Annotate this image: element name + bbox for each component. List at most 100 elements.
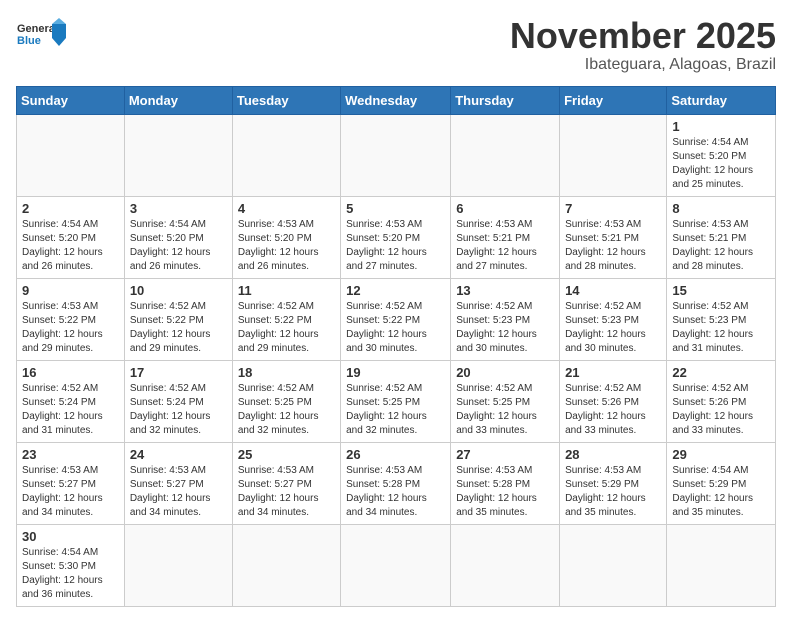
calendar-cell bbox=[232, 524, 340, 606]
calendar-cell bbox=[560, 114, 667, 196]
calendar-cell bbox=[124, 114, 232, 196]
logo-svg: General Blue bbox=[16, 16, 66, 60]
calendar-cell: 22 Sunrise: 4:52 AMSunset: 5:26 PMDayligh… bbox=[667, 360, 776, 442]
day-info: Sunrise: 4:53 AMSunset: 5:28 PMDaylight:… bbox=[346, 464, 445, 520]
calendar-cell bbox=[17, 114, 125, 196]
calendar-cell: 7 Sunrise: 4:53 AMSunset: 5:21 PMDaylight… bbox=[560, 196, 667, 278]
day-info: Sunrise: 4:54 AMSunset: 5:20 PMDaylight:… bbox=[672, 136, 770, 192]
day-info: Sunrise: 4:52 AMSunset: 5:26 PMDaylight:… bbox=[672, 382, 770, 438]
calendar-week-5: 23 Sunrise: 4:53 AMSunset: 5:27 PMDayligh… bbox=[17, 442, 776, 524]
calendar-cell bbox=[667, 524, 776, 606]
day-number: 30 bbox=[22, 529, 119, 544]
calendar-cell bbox=[560, 524, 667, 606]
weekday-wednesday: Wednesday bbox=[341, 86, 451, 114]
calendar-cell: 23 Sunrise: 4:53 AMSunset: 5:27 PMDayligh… bbox=[17, 442, 125, 524]
day-info: Sunrise: 4:52 AMSunset: 5:22 PMDaylight:… bbox=[238, 300, 335, 356]
day-info: Sunrise: 4:54 AMSunset: 5:20 PMDaylight:… bbox=[22, 218, 119, 274]
day-info: Sunrise: 4:53 AMSunset: 5:28 PMDaylight:… bbox=[456, 464, 554, 520]
day-info: Sunrise: 4:53 AMSunset: 5:29 PMDaylight:… bbox=[565, 464, 661, 520]
calendar-cell bbox=[341, 524, 451, 606]
calendar-cell: 19Sunrise: 4:52 AMSunset: 5:25 PMDayligh… bbox=[341, 360, 451, 442]
day-info: Sunrise: 4:54 AMSunset: 5:30 PMDaylight:… bbox=[22, 546, 119, 602]
calendar-cell: 12Sunrise: 4:52 AMSunset: 5:22 PMDayligh… bbox=[341, 278, 451, 360]
day-number: 28 bbox=[565, 447, 661, 462]
page-header: General Blue November 2025 Ibateguara, A… bbox=[16, 16, 776, 74]
svg-text:Blue: Blue bbox=[17, 35, 41, 47]
day-number: 16 bbox=[22, 365, 119, 380]
day-info: Sunrise: 4:53 AMSunset: 5:21 PMDaylight:… bbox=[565, 218, 661, 274]
day-number: 1 bbox=[672, 119, 770, 134]
weekday-friday: Friday bbox=[560, 86, 667, 114]
weekday-header-row: SundayMondayTuesdayWednesdayThursdayFrid… bbox=[17, 86, 776, 114]
calendar-cell bbox=[451, 524, 560, 606]
day-number: 25 bbox=[238, 447, 335, 462]
weekday-saturday: Saturday bbox=[667, 86, 776, 114]
calendar-cell: 28 Sunrise: 4:53 AMSunset: 5:29 PMDayligh… bbox=[560, 442, 667, 524]
day-info: Sunrise: 4:52 AMSunset: 5:23 PMDaylight:… bbox=[456, 300, 554, 356]
calendar-cell: 4Sunrise: 4:53 AMSunset: 5:20 PMDaylight… bbox=[232, 196, 340, 278]
title-section: November 2025 Ibateguara, Alagoas, Brazi… bbox=[510, 16, 776, 74]
day-number: 22 bbox=[672, 365, 770, 380]
day-number: 23 bbox=[22, 447, 119, 462]
calendar-cell: 1 Sunrise: 4:54 AMSunset: 5:20 PMDaylight… bbox=[667, 114, 776, 196]
calendar-cell: 27 Sunrise: 4:53 AMSunset: 5:28 PMDayligh… bbox=[451, 442, 560, 524]
day-number: 3 bbox=[130, 201, 227, 216]
calendar-cell: 30 Sunrise: 4:54 AMSunset: 5:30 PMDayligh… bbox=[17, 524, 125, 606]
calendar-cell: 10Sunrise: 4:52 AMSunset: 5:22 PMDayligh… bbox=[124, 278, 232, 360]
day-number: 8 bbox=[672, 201, 770, 216]
calendar-cell: 6 Sunrise: 4:53 AMSunset: 5:21 PMDaylight… bbox=[451, 196, 560, 278]
calendar-cell: 5Sunrise: 4:53 AMSunset: 5:20 PMDaylight… bbox=[341, 196, 451, 278]
day-info: Sunrise: 4:53 AMSunset: 5:27 PMDaylight:… bbox=[238, 464, 335, 520]
day-number: 14 bbox=[565, 283, 661, 298]
calendar-cell: 24Sunrise: 4:53 AMSunset: 5:27 PMDayligh… bbox=[124, 442, 232, 524]
calendar-cell bbox=[451, 114, 560, 196]
day-info: Sunrise: 4:54 AMSunset: 5:20 PMDaylight:… bbox=[130, 218, 227, 274]
day-info: Sunrise: 4:53 AMSunset: 5:21 PMDaylight:… bbox=[456, 218, 554, 274]
calendar-cell bbox=[124, 524, 232, 606]
day-number: 9 bbox=[22, 283, 119, 298]
calendar-cell: 11Sunrise: 4:52 AMSunset: 5:22 PMDayligh… bbox=[232, 278, 340, 360]
calendar-table: SundayMondayTuesdayWednesdayThursdayFrid… bbox=[16, 86, 776, 607]
day-number: 12 bbox=[346, 283, 445, 298]
weekday-tuesday: Tuesday bbox=[232, 86, 340, 114]
calendar-cell: 18 Sunrise: 4:52 AMSunset: 5:25 PMDayligh… bbox=[232, 360, 340, 442]
day-number: 17 bbox=[130, 365, 227, 380]
calendar-cell: 25 Sunrise: 4:53 AMSunset: 5:27 PMDayligh… bbox=[232, 442, 340, 524]
day-number: 5 bbox=[346, 201, 445, 216]
day-number: 7 bbox=[565, 201, 661, 216]
calendar-week-4: 16 Sunrise: 4:52 AMSunset: 5:24 PMDayligh… bbox=[17, 360, 776, 442]
day-number: 18 bbox=[238, 365, 335, 380]
calendar-cell: 13Sunrise: 4:52 AMSunset: 5:23 PMDayligh… bbox=[451, 278, 560, 360]
day-info: Sunrise: 4:52 AMSunset: 5:25 PMDaylight:… bbox=[456, 382, 554, 438]
day-info: Sunrise: 4:53 AMSunset: 5:27 PMDaylight:… bbox=[22, 464, 119, 520]
day-info: Sunrise: 4:52 AMSunset: 5:25 PMDaylight:… bbox=[238, 382, 335, 438]
day-info: Sunrise: 4:52 AMSunset: 5:24 PMDaylight:… bbox=[130, 382, 227, 438]
calendar-cell: 29Sunrise: 4:54 AMSunset: 5:29 PMDayligh… bbox=[667, 442, 776, 524]
calendar-cell: 8 Sunrise: 4:53 AMSunset: 5:21 PMDaylight… bbox=[667, 196, 776, 278]
calendar-cell bbox=[341, 114, 451, 196]
day-number: 27 bbox=[456, 447, 554, 462]
calendar-cell bbox=[232, 114, 340, 196]
day-number: 29 bbox=[672, 447, 770, 462]
day-info: Sunrise: 4:53 AMSunset: 5:21 PMDaylight:… bbox=[672, 218, 770, 274]
day-number: 26 bbox=[346, 447, 445, 462]
calendar-cell: 26 Sunrise: 4:53 AMSunset: 5:28 PMDayligh… bbox=[341, 442, 451, 524]
weekday-monday: Monday bbox=[124, 86, 232, 114]
day-number: 6 bbox=[456, 201, 554, 216]
location-subtitle: Ibateguara, Alagoas, Brazil bbox=[510, 56, 776, 74]
logo: General Blue bbox=[16, 16, 66, 60]
svg-text:General: General bbox=[17, 23, 58, 35]
calendar-cell: 2Sunrise: 4:54 AMSunset: 5:20 PMDaylight… bbox=[17, 196, 125, 278]
calendar-week-1: 1 Sunrise: 4:54 AMSunset: 5:20 PMDaylight… bbox=[17, 114, 776, 196]
day-number: 20 bbox=[456, 365, 554, 380]
calendar-cell: 14Sunrise: 4:52 AMSunset: 5:23 PMDayligh… bbox=[560, 278, 667, 360]
day-number: 15 bbox=[672, 283, 770, 298]
calendar-cell: 16Sunrise: 4:52 AMSunset: 5:24 PMDayligh… bbox=[17, 360, 125, 442]
day-info: Sunrise: 4:52 AMSunset: 5:22 PMDaylight:… bbox=[130, 300, 227, 356]
month-title: November 2025 bbox=[510, 16, 776, 56]
calendar-week-3: 9Sunrise: 4:53 AMSunset: 5:22 PMDaylight… bbox=[17, 278, 776, 360]
calendar-cell: 15Sunrise: 4:52 AMSunset: 5:23 PMDayligh… bbox=[667, 278, 776, 360]
calendar-cell: 9Sunrise: 4:53 AMSunset: 5:22 PMDaylight… bbox=[17, 278, 125, 360]
calendar-cell: 17 Sunrise: 4:52 AMSunset: 5:24 PMDayligh… bbox=[124, 360, 232, 442]
calendar-cell: 21Sunrise: 4:52 AMSunset: 5:26 PMDayligh… bbox=[560, 360, 667, 442]
